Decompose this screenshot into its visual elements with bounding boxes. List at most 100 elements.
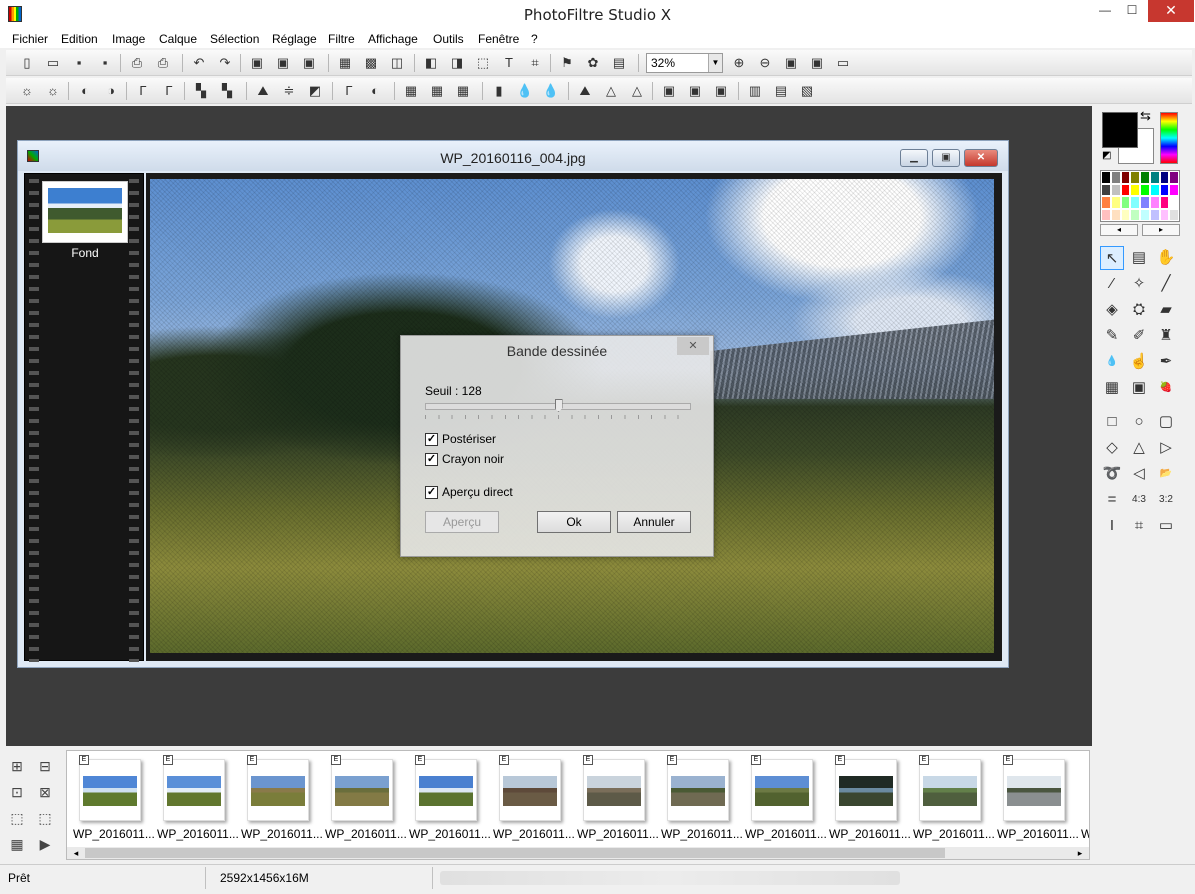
rotate-icon[interactable]: ▧ bbox=[798, 82, 816, 100]
doc-minimize-button[interactable]: ▁ bbox=[900, 149, 928, 167]
palette-swatch[interactable] bbox=[1111, 184, 1121, 197]
palette-swatch[interactable] bbox=[1169, 209, 1179, 222]
palette-swatch[interactable] bbox=[1130, 196, 1140, 209]
transform-frame[interactable]: ⌗ bbox=[1127, 514, 1151, 538]
file-thumbnail-item[interactable]: EWP_2016011... bbox=[745, 755, 821, 845]
menu-item[interactable]: Sélection bbox=[210, 32, 259, 46]
palette-icon[interactable]: ▩ bbox=[362, 54, 380, 72]
print-icon[interactable]: ⎙ bbox=[128, 54, 146, 72]
gradient-icon[interactable]: ▦ bbox=[336, 54, 354, 72]
file-thumbnail-item[interactable]: EWP_2016011... bbox=[325, 755, 401, 845]
new-icon[interactable]: ▯ bbox=[18, 54, 36, 72]
brush-tool[interactable]: ✎ bbox=[1100, 324, 1124, 348]
clone-tool[interactable]: ✒ bbox=[1154, 350, 1178, 374]
stamp-tool[interactable]: ♜ bbox=[1154, 324, 1178, 348]
menu-item[interactable]: Fichier bbox=[12, 32, 48, 46]
file-thumbnail-item[interactable]: EWP_2016011... bbox=[913, 755, 989, 845]
drop2-icon[interactable]: 💧 bbox=[542, 82, 560, 100]
file-thumbnail[interactable] bbox=[1003, 759, 1065, 821]
horizontal-scrollbar[interactable]: ◂ ▸ bbox=[67, 847, 1089, 859]
menu-item[interactable]: Outils bbox=[433, 32, 464, 46]
text-frame[interactable]: I bbox=[1100, 514, 1124, 538]
palette-swatch[interactable] bbox=[1150, 184, 1160, 197]
eraser-tool[interactable]: ▰ bbox=[1154, 298, 1178, 322]
plugin-icon[interactable]: ⚑ bbox=[558, 54, 576, 72]
crop-icon[interactable]: ⌗ bbox=[526, 54, 544, 72]
fit-icon[interactable]: ▣ bbox=[782, 54, 800, 72]
file-thumbnail-item[interactable]: EWP_2016011... bbox=[493, 755, 569, 845]
open-icon[interactable]: ▭ bbox=[44, 54, 62, 72]
file-thumbnail-item[interactable]: EWP_2016011... bbox=[157, 755, 233, 845]
dialog-close-button[interactable]: ✕ bbox=[677, 337, 709, 355]
levels-icon[interactable]: ⛰ bbox=[254, 82, 272, 100]
grid3-icon[interactable]: ▦ bbox=[454, 82, 472, 100]
rounded-rect-shape[interactable]: ▢ bbox=[1154, 410, 1178, 434]
pointer-tool[interactable]: ↖ bbox=[1100, 246, 1124, 270]
grid1-icon[interactable]: ▦ bbox=[402, 82, 420, 100]
cancel-button[interactable]: Annuler bbox=[617, 511, 691, 533]
file-thumbnail[interactable] bbox=[499, 759, 561, 821]
palette-swatch[interactable] bbox=[1160, 209, 1170, 222]
strawberry-tool[interactable]: 🍓 bbox=[1154, 376, 1178, 400]
palette-swatch[interactable] bbox=[1130, 171, 1140, 184]
color-spectrum[interactable] bbox=[1160, 112, 1178, 164]
brightness-plus-icon[interactable]: ☼ bbox=[44, 82, 62, 100]
equal-ratio[interactable]: = bbox=[1100, 488, 1124, 512]
select-icon[interactable]: ⬚ bbox=[6, 808, 28, 828]
auto-contrast-icon[interactable]: ◐ bbox=[366, 82, 384, 100]
contrast-minus-icon[interactable]: ◐ bbox=[76, 82, 94, 100]
menu-item[interactable]: Image bbox=[112, 32, 145, 46]
chevron-down-icon[interactable]: ▼ bbox=[708, 54, 722, 72]
palette-swatch[interactable] bbox=[1150, 196, 1160, 209]
paste-icon[interactable]: ▣ bbox=[274, 54, 292, 72]
palette-swatch[interactable] bbox=[1160, 171, 1170, 184]
selection-icon[interactable]: ⬚ bbox=[474, 54, 492, 72]
file-thumbnail-item[interactable]: EWP_2016011... bbox=[829, 755, 905, 845]
eyedropper-tool[interactable]: ⁄ bbox=[1100, 272, 1124, 296]
ratio-32[interactable]: 3:2 bbox=[1154, 488, 1178, 512]
checkbox-box[interactable]: ✓ bbox=[425, 486, 438, 499]
frame-icon[interactable]: ▣ bbox=[660, 82, 678, 100]
line-tool[interactable]: ╱ bbox=[1154, 272, 1178, 296]
ok-button[interactable]: Ok bbox=[537, 511, 611, 533]
palette-swatch[interactable] bbox=[1169, 171, 1179, 184]
palette-swatch[interactable] bbox=[1121, 209, 1131, 222]
file-thumbnail[interactable] bbox=[247, 759, 309, 821]
folder-icon[interactable]: ⊡ bbox=[6, 782, 28, 802]
zoom-select[interactable]: 32% ▼ bbox=[646, 53, 723, 73]
palette-swatch[interactable] bbox=[1130, 209, 1140, 222]
preview-button[interactable]: Aperçu bbox=[425, 511, 499, 533]
layer-manager-tool[interactable]: ▤ bbox=[1127, 246, 1151, 270]
effects-icon[interactable]: ✿ bbox=[584, 54, 602, 72]
file-thumbnail[interactable] bbox=[415, 759, 477, 821]
file-thumbnail-item[interactable]: EWP_2016011... bbox=[241, 755, 317, 845]
minimize-button[interactable]: — bbox=[1090, 0, 1120, 22]
invert-icon[interactable]: ◩ bbox=[306, 82, 324, 100]
checkbox-box[interactable]: ✓ bbox=[425, 453, 438, 466]
fullscreen-icon[interactable]: ▭ bbox=[834, 54, 852, 72]
palette-swatch[interactable] bbox=[1101, 184, 1111, 197]
palette-next-button[interactable]: ▸ bbox=[1142, 224, 1180, 236]
saturation-minus-icon[interactable]: ▚ bbox=[192, 82, 210, 100]
palette-prev-button[interactable]: ◂ bbox=[1100, 224, 1138, 236]
copy-icon[interactable]: ▣ bbox=[248, 54, 266, 72]
maximize-button[interactable]: ☐ bbox=[1117, 0, 1147, 22]
redo-icon[interactable]: ↷ bbox=[216, 54, 234, 72]
palette-swatch[interactable] bbox=[1150, 171, 1160, 184]
file-thumbnail[interactable] bbox=[919, 759, 981, 821]
scroll-left-button[interactable]: ◂ bbox=[69, 847, 83, 859]
palette-swatch[interactable] bbox=[1121, 171, 1131, 184]
texture-icon[interactable]: ▣ bbox=[712, 82, 730, 100]
file-thumbnail[interactable] bbox=[835, 759, 897, 821]
file-thumbnail[interactable] bbox=[751, 759, 813, 821]
palette-swatch[interactable] bbox=[1169, 184, 1179, 197]
palette-swatch[interactable] bbox=[1160, 196, 1170, 209]
palette-swatch[interactable] bbox=[1111, 171, 1121, 184]
undo-icon[interactable]: ↶ bbox=[190, 54, 208, 72]
palette-swatch[interactable] bbox=[1121, 196, 1131, 209]
diamond-shape[interactable]: ◇ bbox=[1100, 436, 1124, 460]
blur-icon[interactable]: ▮ bbox=[490, 82, 508, 100]
menu-item[interactable]: Fenêtre bbox=[478, 32, 519, 46]
saturation-plus-icon[interactable]: ▚ bbox=[218, 82, 236, 100]
grid2-icon[interactable]: ▦ bbox=[428, 82, 446, 100]
